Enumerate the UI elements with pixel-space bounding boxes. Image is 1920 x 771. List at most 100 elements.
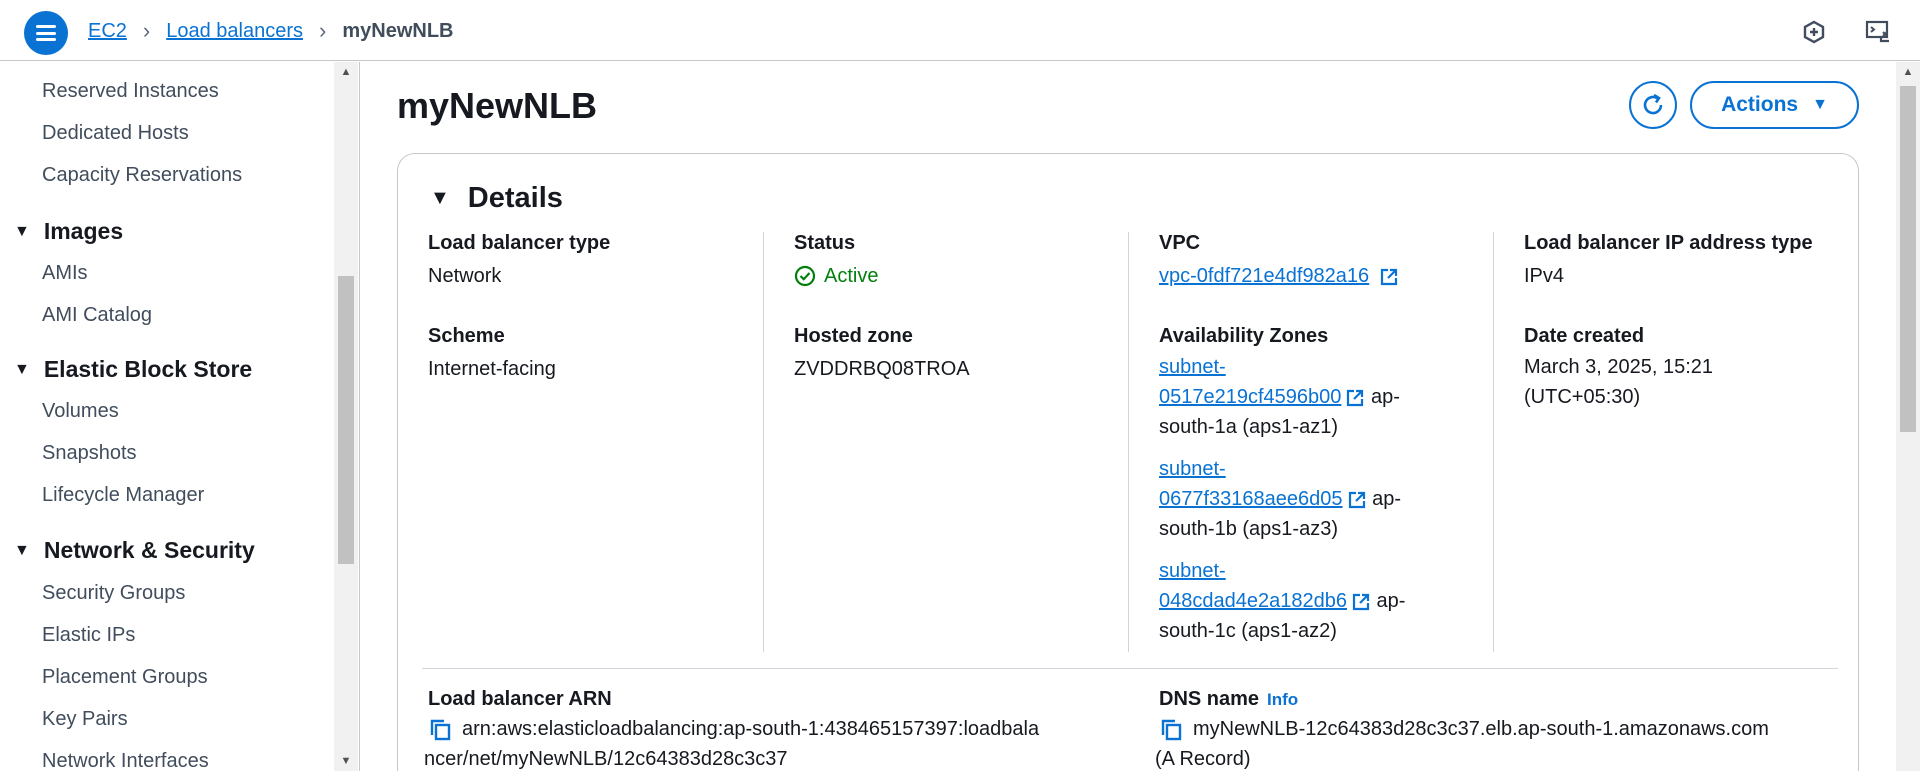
sidebar-scrollbar[interactable]: ▲ ▼	[334, 62, 358, 771]
details-panel: ▼ Details Load balancer type Network Sch…	[397, 153, 1859, 771]
breadcrumb-current: myNewNLB	[342, 19, 454, 42]
dns-label-row: DNS name Info	[1159, 688, 1298, 711]
sidebar-section-label: Network & Security	[43, 537, 255, 563]
sidebar-item-ami-catalog[interactable]: AMI Catalog	[42, 304, 152, 327]
status-badge: Active	[794, 261, 878, 291]
feedback-button[interactable]	[1796, 14, 1832, 50]
chevron-right-icon: ›	[319, 18, 327, 43]
sidebar-item-snapshots[interactable]: Snapshots	[42, 442, 137, 465]
external-link-icon[interactable]	[1347, 490, 1367, 510]
refresh-button[interactable]	[1629, 81, 1677, 129]
sidebar-item-dedicated-hosts[interactable]: Dedicated Hosts	[42, 122, 189, 145]
subnet-az-prefix: ap-	[1370, 386, 1400, 408]
sidebar-section-images[interactable]: ▼ Images	[14, 218, 123, 245]
hosted-zone-value: ZVDDRBQ08TROA	[794, 358, 970, 380]
sidebar-item-placement-groups[interactable]: Placement Groups	[42, 666, 208, 689]
main-content: myNewNLB Actions ▼ ▼ Details Load balanc…	[361, 62, 1896, 771]
sidebar-section-network-security[interactable]: ▼ Network & Security	[14, 537, 255, 564]
details-column-4: Load balancer IP address type IPv4 Date …	[1524, 232, 1844, 652]
azs-label: Availability Zones	[1159, 325, 1329, 347]
lb-type-label: Load balancer type	[428, 232, 611, 254]
menu-button[interactable]	[24, 11, 68, 55]
vpc-row: vpc-0fdf721e4df982a16	[1159, 261, 1399, 291]
date-created-line1: March 3, 2025, 15:21	[1524, 356, 1714, 378]
breadcrumb-ec2[interactable]: EC2	[88, 20, 127, 43]
sidebar-item-key-pairs[interactable]: Key Pairs	[42, 708, 128, 731]
sidebar-item-reserved-instances[interactable]: Reserved Instances	[42, 80, 219, 103]
subnet-item: subnet- 048cdad4e2a182db6 ap- south-1c (…	[1159, 556, 1405, 646]
date-created-label: Date created	[1524, 325, 1645, 347]
dns-info-link[interactable]: Info	[1267, 690, 1298, 709]
sidebar: Reserved Instances Dedicated Hosts Capac…	[0, 62, 360, 771]
breadcrumb-load-balancers[interactable]: Load balancers	[166, 20, 303, 43]
column-divider	[1128, 232, 1129, 652]
sidebar-section-label: Images	[43, 218, 124, 244]
subnet-az-suffix: south-1b (aps1-az3)	[1159, 518, 1338, 540]
triangle-down-icon: ▼	[14, 222, 30, 240]
cloudshell-button[interactable]	[1860, 14, 1896, 50]
arn-line1: arn:aws:elasticloadbalancing:ap-south-1:…	[462, 718, 1040, 740]
scroll-up-icon[interactable]: ▲	[334, 62, 358, 82]
sidebar-item-elastic-ips[interactable]: Elastic IPs	[42, 624, 135, 647]
sidebar-section-label: Elastic Block Store	[43, 356, 253, 382]
actions-label: Actions	[1721, 93, 1799, 116]
external-link-icon[interactable]	[1345, 388, 1365, 408]
date-created-value: March 3, 2025, 15:21 (UTC+05:30)	[1524, 352, 1713, 412]
sidebar-item-lifecycle-manager[interactable]: Lifecycle Manager	[42, 484, 204, 507]
column-divider	[1493, 232, 1494, 652]
details-column-1: Load balancer type Network Scheme Intern…	[428, 232, 758, 652]
details-header[interactable]: ▼ Details	[430, 182, 563, 215]
sidebar-scrollbar-thumb[interactable]	[338, 276, 354, 564]
external-link-icon[interactable]	[1351, 592, 1371, 612]
sidebar-item-volumes[interactable]: Volumes	[42, 400, 119, 423]
dns-label: DNS name	[1159, 688, 1260, 710]
dns-value: myNewNLB-12c64383d28c3c37.elb.ap-south-1…	[1155, 714, 1769, 771]
hexagon-icon	[1803, 20, 1825, 44]
subnet-link-line2[interactable]: 048cdad4e2a182db6	[1159, 590, 1347, 612]
copy-icon[interactable]	[428, 718, 452, 742]
details-title: Details	[467, 182, 563, 214]
subnet-item: subnet- 0677f33168aee6d05 ap- south-1b (…	[1159, 454, 1401, 544]
ip-type-value: IPv4	[1524, 265, 1565, 287]
subnet-az-prefix: ap-	[1376, 590, 1406, 612]
actions-button[interactable]: Actions ▼	[1690, 81, 1859, 129]
arn-label: Load balancer ARN	[428, 688, 612, 710]
main-scrollbar-thumb[interactable]	[1900, 86, 1916, 432]
external-link-icon[interactable]	[1379, 267, 1399, 287]
subnet-az-suffix: south-1c (aps1-az2)	[1159, 620, 1337, 642]
subnet-item: subnet- 0517e219cf4596b00 ap- south-1a (…	[1159, 352, 1400, 442]
subnet-link-line2[interactable]: 0677f33168aee6d05	[1159, 488, 1343, 510]
check-circle-icon	[794, 265, 816, 287]
sidebar-item-security-groups[interactable]: Security Groups	[42, 582, 185, 605]
vpc-link[interactable]: vpc-0fdf721e4df982a16	[1159, 265, 1369, 287]
lb-type-value: Network	[428, 265, 502, 287]
sidebar-section-ebs[interactable]: ▼ Elastic Block Store	[14, 356, 252, 383]
copy-icon[interactable]	[1159, 718, 1183, 742]
terminal-icon	[1865, 20, 1889, 43]
caret-down-icon: ▼	[1812, 96, 1828, 113]
subnet-link-line1[interactable]: subnet-	[1159, 356, 1226, 378]
arn-value: arn:aws:elasticloadbalancing:ap-south-1:…	[424, 714, 1040, 771]
scroll-up-icon[interactable]: ▲	[1896, 62, 1920, 82]
subnet-link-line1[interactable]: subnet-	[1159, 560, 1226, 582]
sidebar-item-capacity-reservations[interactable]: Capacity Reservations	[42, 164, 242, 187]
sidebar-item-amis[interactable]: AMIs	[42, 262, 88, 285]
triangle-down-icon: ▼	[14, 541, 30, 559]
dns-line2: (A Record)	[1155, 748, 1251, 770]
section-divider	[422, 668, 1838, 669]
scroll-down-icon[interactable]: ▼	[334, 751, 358, 771]
subnet-link-line2[interactable]: 0517e219cf4596b00	[1159, 386, 1341, 408]
main-scrollbar[interactable]: ▲	[1896, 62, 1920, 771]
sidebar-item-network-interfaces[interactable]: Network Interfaces	[42, 750, 209, 771]
top-bar: EC2 › Load balancers › myNewNLB	[0, 0, 1920, 61]
scheme-label: Scheme	[428, 325, 505, 347]
status-value: Active	[824, 265, 879, 287]
status-label: Status	[794, 232, 856, 254]
subnet-link-line1[interactable]: subnet-	[1159, 458, 1226, 480]
hosted-zone-label: Hosted zone	[794, 325, 913, 347]
chevron-right-icon: ›	[142, 18, 151, 43]
details-column-2: Status Active Hosted zone ZVDDRBQ08TROA	[794, 232, 1124, 652]
triangle-down-icon: ▼	[430, 187, 450, 209]
breadcrumb: EC2 › Load balancers › myNewNLB	[88, 18, 453, 44]
refresh-icon	[1643, 93, 1663, 115]
